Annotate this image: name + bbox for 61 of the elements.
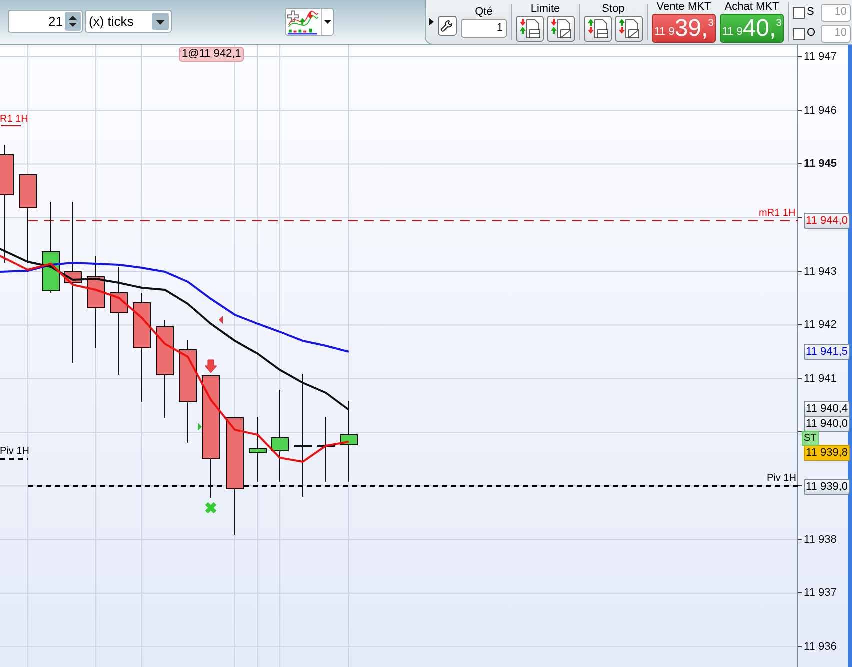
option-label: S — [807, 5, 816, 20]
line-label: R1 1H — [0, 114, 28, 126]
price-marker: 11 940,0 — [804, 416, 850, 432]
candlestick — [249, 416, 267, 482]
order-ticket-icon — [519, 18, 541, 39]
period-unit-dropdown[interactable]: (x) ticks — [85, 10, 172, 33]
pivot-line — [0, 458, 28, 460]
stop-order-button[interactable] — [584, 16, 612, 42]
stop-order-button[interactable] — [615, 16, 643, 42]
price-tick-label: 11 938 — [804, 533, 837, 547]
option-value-field[interactable]: 10 — [821, 4, 851, 22]
line-label: Piv 1H — [767, 473, 796, 485]
price-marker: 11 940,4 — [804, 401, 850, 417]
sell-label: Vente MKT — [656, 1, 712, 14]
down-arrow-icon — [204, 360, 218, 374]
buy-label: Achat MKT — [724, 1, 780, 14]
price-tick-label: 11 946 — [804, 104, 837, 118]
price-marker: 11 939,0 — [804, 479, 850, 495]
checkbox[interactable] — [793, 28, 805, 40]
period-unit-value: (x) ticks — [89, 12, 134, 31]
period-value: 21 — [48, 12, 63, 31]
price-tick-label: 11 936 — [804, 640, 837, 654]
limit-order-button[interactable] — [516, 16, 544, 42]
price-tick-label: 11 943 — [804, 265, 837, 279]
quantity-field[interactable]: 1 — [461, 19, 507, 38]
limit-label: Limite — [530, 2, 560, 16]
dropdown-caret-icon[interactable] — [152, 13, 169, 30]
option-label: O — [807, 26, 817, 42]
option-value-field[interactable]: 10 — [821, 24, 851, 42]
chart-indicator-icon — [286, 9, 320, 35]
triangle-icon — [198, 423, 202, 431]
order-ticket-icon — [587, 18, 609, 39]
line-label: mR1 1H — [759, 208, 796, 220]
line-label: Piv 1H — [0, 446, 30, 458]
expand-arrow-icon[interactable] — [429, 18, 434, 26]
quantity-label: Qté — [475, 6, 493, 19]
price-tick-label: 11 947 — [804, 50, 837, 64]
stop-label: Stop — [602, 2, 625, 16]
triangle-icon — [219, 316, 223, 324]
price-tick-label: 11 942 — [804, 318, 837, 332]
price-tick-label: 11 941 — [804, 372, 837, 386]
limit-order-button[interactable] — [547, 16, 575, 42]
wrench-icon — [441, 20, 454, 32]
checkbox[interactable] — [793, 6, 805, 18]
price-marker: 11 944,0 — [804, 213, 850, 229]
settings-button[interactable] — [438, 16, 457, 36]
last-price-marker: 11 939,8 — [804, 445, 850, 461]
price-tick-label: 11 937 — [804, 586, 837, 600]
trade-badge: 1@11 942,1 — [179, 47, 244, 62]
order-ticket-icon — [550, 18, 572, 39]
period-spinner[interactable]: 21 — [8, 10, 83, 33]
dropdown-caret-icon[interactable] — [323, 17, 334, 27]
price-marker: 11 941,5 — [804, 344, 850, 360]
strategy-badge: ST — [802, 431, 819, 446]
indicator-button[interactable] — [285, 8, 334, 36]
order-ticket-icon — [618, 18, 640, 39]
spinner-arrows-icon[interactable] — [65, 12, 81, 31]
quantity-value: 1 — [496, 21, 503, 36]
cross-icon — [205, 502, 217, 514]
price-tick-label: 11 945 — [804, 157, 838, 171]
candlestick — [317, 416, 335, 482]
